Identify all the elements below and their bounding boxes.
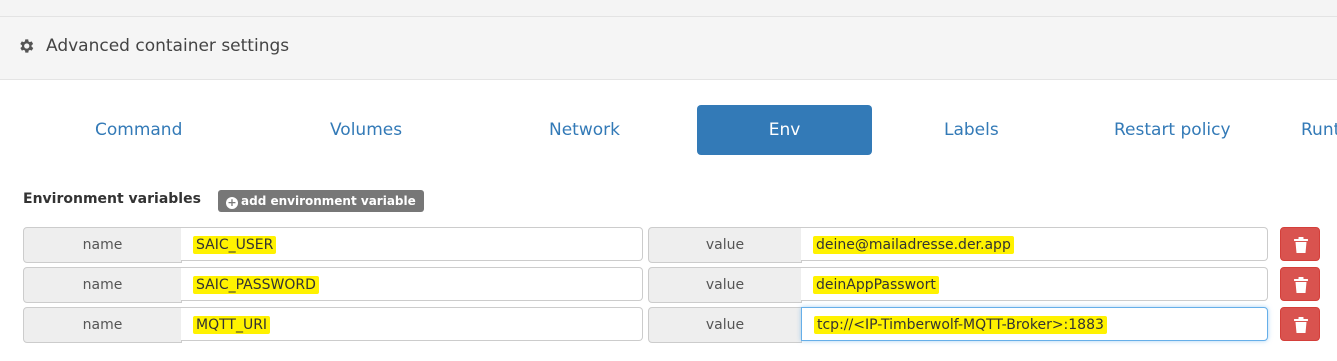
env-name-value: MQTT_URI	[193, 316, 271, 334]
env-value-input[interactable]: deine@mailadresse.der.app	[801, 227, 1268, 261]
env-value-input[interactable]: tcp://<IP-Timberwolf-MQTT-Broker>:1883	[801, 307, 1268, 341]
tab-network[interactable]: Network	[549, 105, 620, 155]
tab-labels[interactable]: Labels	[944, 105, 999, 155]
trash-icon	[1294, 237, 1308, 253]
tab-restart-policy[interactable]: Restart policy	[1114, 105, 1231, 155]
value-addon: value	[648, 307, 802, 343]
add-environment-variable-button[interactable]: + add environment variable	[218, 190, 424, 212]
plus-circle-icon: +	[226, 196, 238, 209]
tab-env[interactable]: Env	[697, 105, 872, 155]
gear-icon	[20, 39, 34, 53]
env-value-value: deinAppPasswort	[813, 276, 939, 294]
name-addon: name	[23, 267, 182, 303]
trash-icon	[1294, 317, 1308, 333]
delete-env-button[interactable]	[1280, 267, 1320, 301]
delete-env-button[interactable]	[1280, 307, 1320, 341]
tab-bar: Command Volumes Network Env Labels Resta…	[0, 105, 1337, 155]
env-row: name MQTT_URI value tcp://<IP-Timberwolf…	[23, 307, 1323, 343]
env-value-input[interactable]: deinAppPasswort	[801, 267, 1268, 301]
tab-volumes[interactable]: Volumes	[330, 105, 402, 155]
panel-header: Advanced container settings	[0, 17, 1337, 80]
panel-title: Advanced container settings	[46, 36, 290, 56]
delete-env-button[interactable]	[1280, 227, 1320, 261]
env-name-input[interactable]: MQTT_URI	[181, 307, 643, 341]
value-addon: value	[648, 267, 802, 303]
env-name-value: SAIC_PASSWORD	[193, 276, 319, 294]
section-label: Environment variables	[23, 191, 201, 207]
env-name-input[interactable]: SAIC_PASSWORD	[181, 267, 643, 301]
name-addon: name	[23, 227, 182, 263]
env-row: name SAIC_PASSWORD value deinAppPasswort	[23, 267, 1323, 303]
tab-command[interactable]: Command	[95, 105, 182, 155]
env-value-value: tcp://<IP-Timberwolf-MQTT-Broker>:1883	[814, 316, 1107, 334]
env-row: name SAIC_USER value deine@mailadresse.d…	[23, 227, 1323, 263]
tab-runtime[interactable]: Runt	[1301, 105, 1337, 155]
add-button-label: add environment variable	[241, 194, 416, 208]
env-name-input[interactable]: SAIC_USER	[181, 227, 643, 261]
env-value-value: deine@mailadresse.der.app	[813, 236, 1014, 254]
env-name-value: SAIC_USER	[193, 236, 277, 254]
value-addon: value	[648, 227, 802, 263]
name-addon: name	[23, 307, 182, 343]
top-strip	[0, 0, 1337, 17]
trash-icon	[1294, 277, 1308, 293]
